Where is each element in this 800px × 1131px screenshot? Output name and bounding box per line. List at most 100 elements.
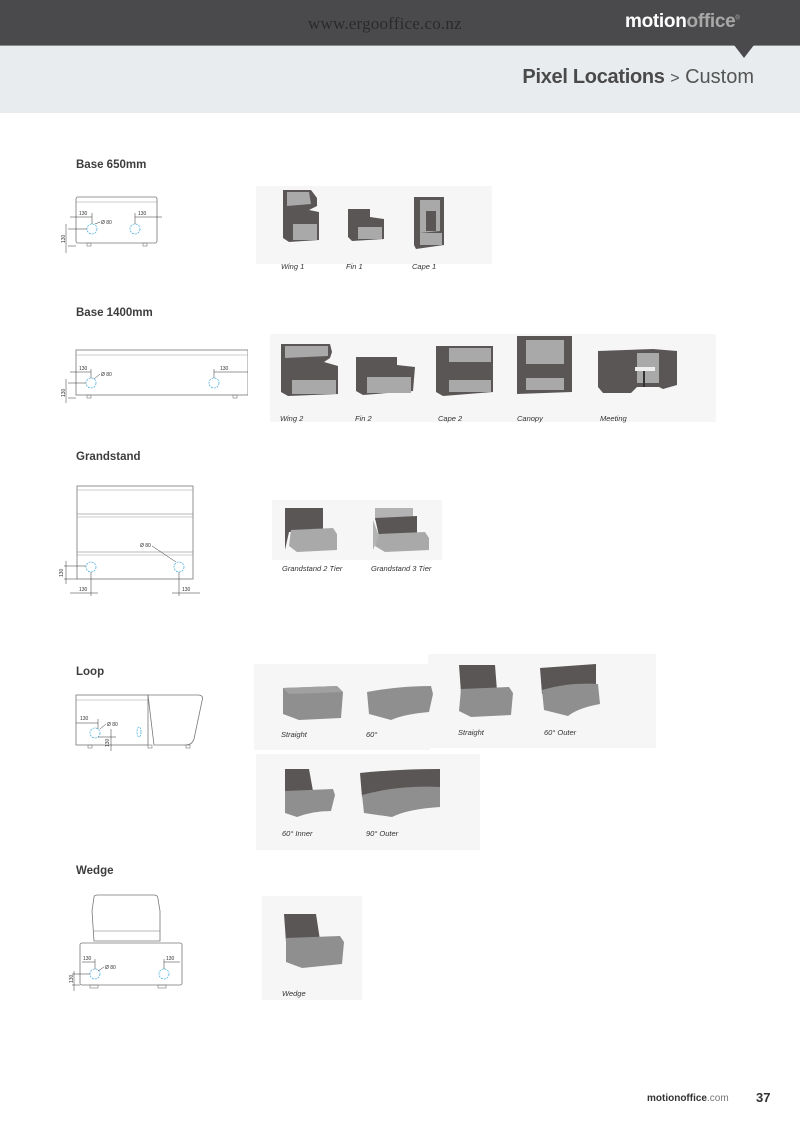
fin-chair-icon [348, 209, 384, 241]
dimension-label: Ø 80 [105, 965, 116, 971]
drawing-shape [367, 686, 433, 720]
loop-60-inner-icon [285, 769, 335, 817]
product-label: Grandstand 2 Tier [282, 564, 343, 573]
dimension-label: 130 [59, 568, 65, 577]
cape-chair-icon [414, 197, 444, 249]
section-title-grandstand: Grandstand [76, 451, 141, 463]
product-fin-2[interactable]: Fin 2 [355, 355, 417, 423]
loop-60-ottoman-icon [367, 686, 433, 720]
product-loop-straight-ottoman[interactable]: Straight [281, 684, 345, 739]
product-label: Straight [281, 730, 307, 739]
grandstand-drawing: 130 130 Ø 80 130 [59, 485, 200, 596]
dimension-label: 130 [166, 956, 175, 962]
base-650-drawing: 130 130 Ø 80 130 [61, 196, 162, 253]
dimension-line [97, 966, 105, 972]
product-label: Grandstand 3 Tier [371, 564, 432, 573]
dimension-label: Ø 80 [140, 543, 151, 549]
drawing-shape [643, 371, 645, 387]
site-url[interactable]: www.ergooffice.co.nz [308, 14, 462, 34]
drawing-shape [285, 346, 328, 358]
section-title-wedge: Wedge [76, 865, 114, 877]
product-loop-straight-chair[interactable]: Straight [457, 663, 515, 737]
loop-drawing: 130 Ø 80 130 [75, 694, 203, 751]
dimension-label: 130 [182, 587, 191, 593]
loop-straight-chair-icon [459, 665, 513, 717]
product-grandstand-2-tier[interactable]: Grandstand 2 Tier [282, 506, 342, 573]
loop-60-outer-icon [540, 664, 600, 716]
drawing-shape [86, 394, 92, 399]
drawing-shape [459, 687, 513, 717]
product-grandstand-3-tier[interactable]: Grandstand 3 Tier [371, 506, 431, 573]
drawing-shape [75, 196, 158, 244]
dimension-label: 130 [79, 587, 88, 593]
product-canopy[interactable]: Canopy [516, 334, 574, 423]
pixel-hole [85, 561, 97, 573]
canopy-sofa-icon [517, 336, 572, 394]
product-meeting[interactable]: Meeting [597, 347, 681, 423]
product-fin-1[interactable]: Fin 1 [346, 207, 386, 271]
product-label: 60° Outer [544, 728, 577, 737]
product-loop-60-inner[interactable]: 60° Inner [282, 767, 337, 838]
dimension-label: 130 [61, 234, 67, 243]
drawing-shape [147, 744, 153, 749]
drawing-shape [426, 211, 436, 231]
wing-sofa-icon [281, 344, 338, 396]
footer-brand[interactable]: motionoffice.com [647, 1093, 729, 1104]
product-label: 60° [366, 730, 378, 739]
product-label: Wing 1 [281, 262, 305, 271]
drawing-shape [635, 367, 655, 371]
product-loop-60-ottoman[interactable]: 60° [365, 684, 435, 739]
meeting-booth-icon [598, 349, 677, 393]
dimension-line [94, 221, 101, 225]
drawing-shape [449, 362, 491, 378]
dimension-label: 130 [83, 956, 92, 962]
pixel-hole [89, 727, 101, 739]
dimension-label: 130 [138, 211, 147, 217]
dimension-line [93, 373, 101, 380]
cape-sofa-icon [436, 346, 493, 396]
product-label: Meeting [600, 414, 627, 423]
dimension-line [151, 545, 177, 563]
dimension-label: Ø 80 [101, 220, 112, 226]
drawing-shape [87, 744, 93, 749]
product-label: Cape 2 [438, 414, 463, 423]
pixel-hole [86, 223, 98, 235]
drawing-shape [358, 227, 382, 239]
product-label: Straight [458, 728, 484, 737]
drawing-shape [285, 769, 313, 793]
drawing-shape [285, 789, 335, 817]
drawing-shape [526, 378, 564, 390]
drawing-shape [526, 364, 564, 378]
dimension-label: 130 [105, 738, 111, 747]
drawing-shape [367, 377, 411, 393]
drawing-shape [76, 485, 194, 580]
product-wing-1[interactable]: Wing 1 [281, 188, 321, 271]
drawing-shape [185, 744, 191, 749]
drawing-shape [292, 380, 336, 394]
product-loop-60-outer[interactable]: 60° Outer [538, 664, 602, 737]
drawing-shape [375, 532, 429, 552]
wedge-chair-icon [284, 914, 344, 968]
product-label: 60° Inner [282, 829, 313, 838]
dimension-label: Ø 80 [101, 372, 112, 378]
pixel-hole [173, 561, 185, 573]
drawing-shape [420, 233, 442, 245]
product-loop-90-outer[interactable]: 90° Outer [358, 767, 444, 838]
product-label: Fin 2 [355, 414, 372, 423]
product-cape-1[interactable]: Cape 1 [412, 195, 446, 271]
drawing-shape [142, 242, 148, 247]
pixel-hole [129, 223, 141, 235]
dimension-line [99, 723, 107, 730]
pixel-hole [85, 377, 97, 389]
breadcrumb-section: Pixel Locations [522, 66, 665, 88]
page-number: 37 [756, 1090, 771, 1105]
drawing-shape [449, 380, 491, 392]
grandstand-3-tier-icon [373, 508, 429, 552]
drawing-shape [289, 528, 337, 552]
product-cape-2[interactable]: Cape 2 [435, 344, 495, 423]
product-wing-2[interactable]: Wing 2 [280, 342, 340, 423]
product-wedge[interactable]: Wedge [282, 912, 348, 998]
wing-chair-icon [283, 190, 319, 242]
drawing-shape [89, 984, 99, 989]
brand-logo: motionoffice® [625, 11, 740, 32]
